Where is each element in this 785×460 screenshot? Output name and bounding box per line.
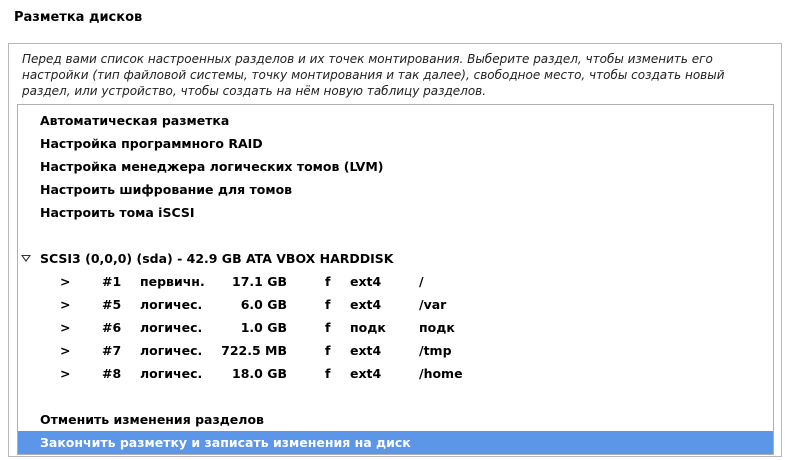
menu-item-label: Настройка программного RAID xyxy=(40,136,263,151)
menu-item-label: Закончить разметку и записать изменения … xyxy=(40,435,411,450)
partition-mountpoint: / xyxy=(419,274,424,289)
partition-panel: Перед вами список настроенных разделов и… xyxy=(8,43,782,457)
partition-row[interactable]: > #7 логичес. 722.5 MB f ext4 /tmp xyxy=(18,339,773,362)
partition-format-flag: f xyxy=(325,366,331,381)
partition-list[interactable]: Автоматическая разметка Настройка програ… xyxy=(17,104,774,455)
partition-size: 18.0 GB xyxy=(232,366,287,381)
partition-format-flag: f xyxy=(325,274,331,289)
menu-item-encryption[interactable]: Настроить шифрование для томов xyxy=(18,178,773,201)
partition-arrow: > xyxy=(60,297,71,312)
partition-filesystem: подк xyxy=(350,320,386,335)
menu-item-iscsi[interactable]: Настроить тома iSCSI xyxy=(18,201,773,224)
partition-arrow: > xyxy=(60,366,71,381)
partition-arrow: > xyxy=(60,320,71,335)
page-title: Разметка дисков xyxy=(14,10,143,25)
partition-format-flag: f xyxy=(325,320,331,335)
menu-item-label: Настройка менеджера логических томов (LV… xyxy=(40,159,384,174)
disk-row-sda[interactable]: SCSI3 (0,0,0) (sda) - 42.9 GB ATA VBOX H… xyxy=(18,247,773,270)
menu-item-auto-partition[interactable]: Автоматическая разметка xyxy=(18,109,773,132)
expand-triangle-icon[interactable] xyxy=(21,255,31,262)
partition-row[interactable]: > #1 первичн. 17.1 GB f ext4 / xyxy=(18,270,773,293)
partition-format-flag: f xyxy=(325,343,331,358)
partition-number: #6 xyxy=(102,320,122,335)
partition-mountpoint: /tmp xyxy=(419,343,452,358)
partition-row[interactable]: > #5 логичес. 6.0 GB f ext4 /var xyxy=(18,293,773,316)
partition-mountpoint: подк xyxy=(419,320,455,335)
partition-mountpoint: /home xyxy=(419,366,463,381)
partition-type: логичес. xyxy=(140,366,203,381)
partition-type: первичн. xyxy=(140,274,205,289)
partition-size: 17.1 GB xyxy=(232,274,287,289)
partition-mountpoint: /var xyxy=(419,297,447,312)
menu-item-label: Автоматическая разметка xyxy=(40,113,230,128)
partition-filesystem: ext4 xyxy=(350,366,382,381)
partition-size: 1.0 GB xyxy=(240,320,287,335)
partition-arrow: > xyxy=(60,274,71,289)
finish-partitioning-item[interactable]: Закончить разметку и записать изменения … xyxy=(18,431,773,454)
partition-number: #7 xyxy=(102,343,122,358)
partition-row[interactable]: > #8 логичес. 18.0 GB f ext4 /home xyxy=(18,362,773,385)
partition-arrow: > xyxy=(60,343,71,358)
partition-type: логичес. xyxy=(140,320,203,335)
partition-row[interactable]: > #6 логичес. 1.0 GB f подк подк xyxy=(18,316,773,339)
partition-format-flag: f xyxy=(325,297,331,312)
menu-item-label: Настроить тома iSCSI xyxy=(40,205,195,220)
menu-item-software-raid[interactable]: Настройка программного RAID xyxy=(18,132,773,155)
partition-type: логичес. xyxy=(140,343,203,358)
undo-changes-item[interactable]: Отменить изменения разделов xyxy=(18,408,773,431)
menu-item-label: Отменить изменения разделов xyxy=(40,412,264,427)
partition-filesystem: ext4 xyxy=(350,343,382,358)
partition-number: #8 xyxy=(102,366,122,381)
partition-type: логичес. xyxy=(140,297,203,312)
partition-size: 722.5 MB xyxy=(221,343,287,358)
menu-item-label: Настроить шифрование для томов xyxy=(40,182,293,197)
menu-item-lvm[interactable]: Настройка менеджера логических томов (LV… xyxy=(18,155,773,178)
partition-filesystem: ext4 xyxy=(350,274,382,289)
partition-number: #5 xyxy=(102,297,122,312)
partition-size: 6.0 GB xyxy=(240,297,287,312)
disk-label: SCSI3 (0,0,0) (sda) - 42.9 GB ATA VBOX H… xyxy=(40,251,394,266)
partition-filesystem: ext4 xyxy=(350,297,382,312)
description-text: Перед вами список настроенных разделов и… xyxy=(22,52,725,98)
partition-number: #1 xyxy=(102,274,122,289)
